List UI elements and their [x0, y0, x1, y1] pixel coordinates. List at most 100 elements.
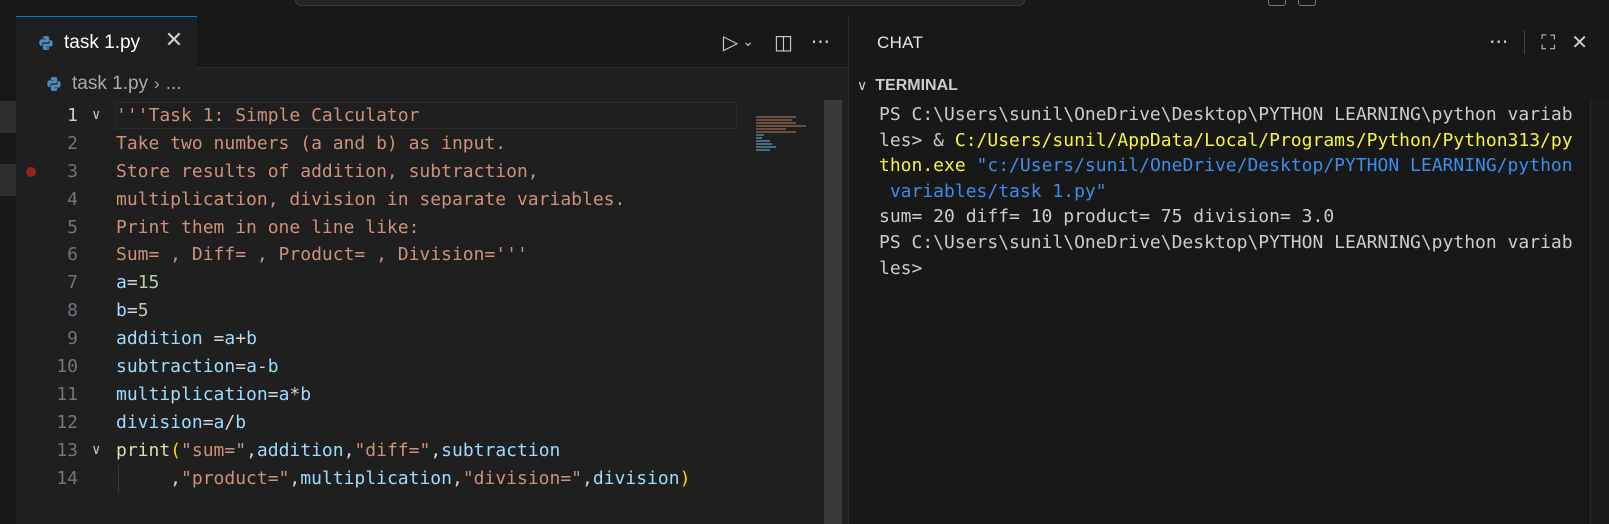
- code-line[interactable]: 8 b=5: [16, 297, 756, 325]
- line-number: 14: [56, 467, 78, 489]
- terminal-scrollbar[interactable]: [1590, 98, 1609, 524]
- tab-label: task 1.py: [64, 31, 141, 53]
- code-token: *: [289, 383, 301, 405]
- code-token: b: [300, 383, 312, 405]
- terminal-text: PS C:\Users\sunil\OneDrive\Desktop\PYTHO…: [879, 104, 1573, 125]
- code-line[interactable]: 13 ∨ print("sum=",addition,"diff=",subtrac…: [16, 437, 756, 465]
- code-line[interactable]: 14 ,"product=",multiplication,"division=…: [16, 464, 756, 493]
- layout-panel-icon[interactable]: [1298, 0, 1316, 6]
- chevron-down-icon[interactable]: ⌄: [742, 30, 754, 54]
- command-center[interactable]: [295, 0, 1025, 6]
- fold-chevron-icon[interactable]: ∨: [92, 102, 100, 130]
- terminal-line: les>: [879, 256, 1579, 282]
- more-actions-icon[interactable]: ···: [1489, 30, 1508, 54]
- breadcrumb-symbol[interactable]: ...: [166, 73, 182, 95]
- code-token: '''Task 1: Simple Calculator: [116, 105, 420, 126]
- minimap[interactable]: [756, 116, 816, 156]
- code-token: a: [278, 383, 290, 405]
- code-token: division: [592, 467, 680, 489]
- terminal-line: thon.exe "c:/Users/sunil/OneDrive/Deskto…: [879, 153, 1579, 179]
- code-token: addition: [116, 328, 203, 350]
- terminal-text: "c:/Users/sunil/OneDrive/Desktop/PYTHON …: [976, 155, 1573, 177]
- code-text: multiplication=a*b: [116, 381, 311, 409]
- python-file-icon: [47, 77, 61, 91]
- editor-scrollbar[interactable]: [824, 100, 842, 524]
- code-line[interactable]: 12 division=a/b: [16, 409, 756, 437]
- code-line[interactable]: 6 Sum= , Diff= , Product= , Division=''': [16, 241, 756, 269]
- line-number: 1: [67, 105, 78, 126]
- line-number: 7: [67, 272, 78, 294]
- code-text: Store results of addition, subtraction,: [116, 158, 539, 186]
- close-icon[interactable]: ✕: [163, 30, 185, 52]
- python-file-icon: [39, 35, 53, 50]
- split-editor-icon[interactable]: ◫: [774, 30, 793, 54]
- code-text: subtraction=a-b: [116, 353, 279, 381]
- code-token: =: [267, 383, 279, 405]
- breakpoint-icon[interactable]: [26, 166, 36, 177]
- breadcrumb-file[interactable]: task 1.py: [72, 73, 148, 95]
- code-line[interactable]: 1 ∨ '''Task 1: Simple Calculator: [16, 102, 756, 130]
- code-token: =: [202, 411, 214, 433]
- code-token: 15: [137, 272, 160, 294]
- panel-actions: ··· ⛶ ✕: [1489, 30, 1588, 54]
- breadcrumb: task 1.py › ...: [46, 72, 182, 96]
- code-token: a: [246, 356, 257, 378]
- code-token: ): [679, 467, 691, 489]
- code-line[interactable]: 3 Store results of addition, subtraction,: [16, 158, 756, 186]
- code-token: ,: [451, 467, 463, 489]
- code-editor[interactable]: 1 ∨ '''Task 1: Simple Calculator 2 Take two …: [16, 102, 756, 493]
- code-line[interactable]: 7 a=15: [16, 269, 756, 297]
- code-token: a: [116, 272, 127, 294]
- tab-task-1-py[interactable]: task 1.py ✕: [16, 16, 197, 68]
- fold-chevron-icon[interactable]: ∨: [92, 437, 100, 465]
- terminal-text: variables/task 1.py": [879, 180, 1107, 202]
- code-line[interactable]: 10 subtraction=a-b: [16, 353, 756, 381]
- code-text: '''Task 1: Simple Calculator: [116, 102, 419, 130]
- code-line[interactable]: 2 Take two numbers (a and b) as input.: [16, 130, 756, 158]
- line-number: 13: [56, 439, 78, 461]
- activity-item[interactable]: [0, 101, 16, 133]
- code-line[interactable]: 9 addition =a+b: [16, 325, 756, 353]
- terminal-text: thon.exe: [879, 155, 977, 177]
- code-token: =: [126, 272, 138, 294]
- terminal-line: PS C:\Users\sunil\OneDrive\Desktop\PYTHO…: [879, 230, 1579, 256]
- terminal-output[interactable]: PS C:\Users\sunil\OneDrive\Desktop\PYTHO…: [879, 102, 1579, 281]
- code-token: ,: [343, 439, 355, 461]
- tab-bar: task 1.py ✕ ▷ ⌄ ◫ ···: [16, 16, 848, 68]
- code-line[interactable]: 11 multiplication=a*b: [16, 381, 756, 409]
- code-token: Take two numbers (a and b) as input.: [116, 132, 507, 154]
- code-token: b: [267, 356, 279, 378]
- code-text: Sum= , Diff= , Product= , Division=''': [116, 241, 528, 269]
- close-icon[interactable]: ✕: [1571, 30, 1588, 54]
- run-icon[interactable]: ▷: [723, 30, 738, 54]
- panel-title-chat[interactable]: CHAT: [877, 33, 923, 53]
- code-token: (: [170, 439, 182, 461]
- code-token: addition: [256, 439, 344, 461]
- line-number: 9: [67, 328, 78, 350]
- code-token: subtraction: [441, 439, 561, 461]
- code-text: a=15: [116, 269, 159, 297]
- code-line[interactable]: 4 multiplication, division in separate va…: [16, 186, 756, 214]
- layout-icon[interactable]: [1268, 0, 1286, 6]
- more-actions-icon[interactable]: ···: [811, 30, 830, 54]
- code-token: ,: [582, 467, 593, 489]
- divider: [1524, 30, 1526, 54]
- terminal-section-header[interactable]: ∨ TERMINAL: [857, 74, 958, 98]
- terminal-line: les> & C:/Users/sunil/AppData/Local/Prog…: [879, 128, 1579, 154]
- chevron-down-icon: ∨: [857, 78, 868, 94]
- line-number: 8: [67, 300, 78, 322]
- code-text: division=a/b: [116, 409, 246, 437]
- line-number: 4: [67, 188, 78, 210]
- terminal-text: PS C:\Users\sunil\OneDrive\Desktop\PYTHO…: [879, 231, 1573, 253]
- code-text: Print them in one line like:: [116, 214, 419, 242]
- terminal-line: PS C:\Users\sunil\OneDrive\Desktop\PYTHO…: [879, 102, 1579, 128]
- code-line[interactable]: 5 Print them in one line like:: [16, 214, 756, 242]
- code-text: print("sum=",addition,"diff=",subtractio…: [116, 437, 560, 465]
- code-token: multiplication: [116, 383, 268, 405]
- title-bar: [0, 0, 1609, 16]
- activity-item[interactable]: [0, 164, 16, 196]
- code-token: "division=": [462, 467, 583, 489]
- line-number: 2: [67, 132, 78, 154]
- panel-header: CHAT ··· ⛶ ✕: [849, 16, 1609, 68]
- maximize-icon[interactable]: ⛶: [1541, 30, 1555, 54]
